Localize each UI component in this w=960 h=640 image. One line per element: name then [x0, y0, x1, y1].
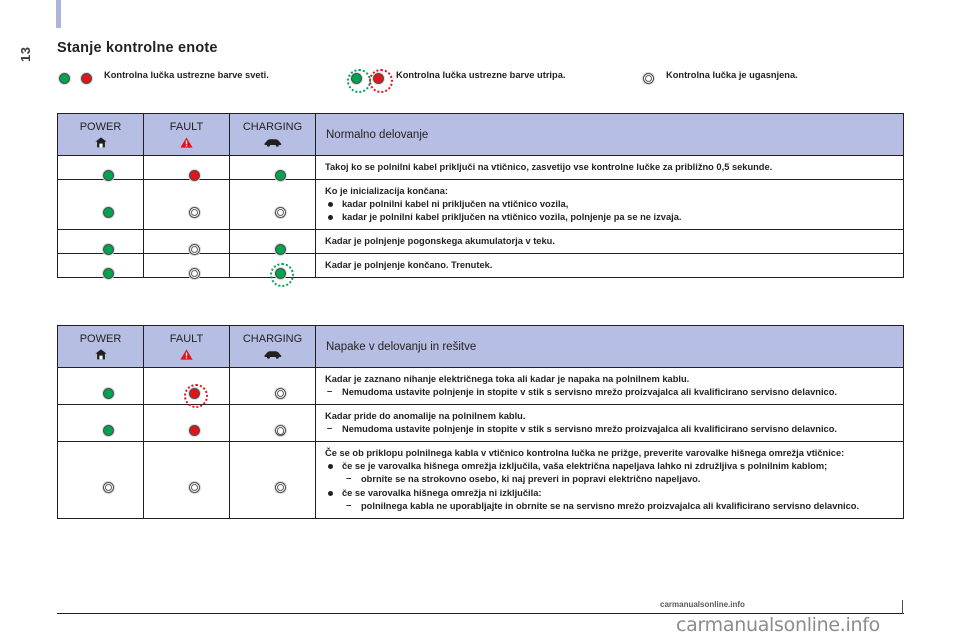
page-title: Stanje kontrolne enote — [57, 40, 218, 56]
header-charging: CHARGING — [229, 325, 316, 368]
header-fault: FAULT — [143, 113, 230, 156]
indicator-power — [57, 179, 144, 231]
list-item-text: če se je varovalka hišnega omrežja izklj… — [342, 461, 828, 472]
row-text: Kadar je polnjenje pogonskega akumulator… — [325, 236, 555, 247]
header-description: Normalno delovanje — [315, 113, 904, 156]
row-description: Ko je inicializacija končana: kadar poln… — [315, 179, 904, 231]
indicator-fault — [143, 366, 230, 406]
row-description: Kadar je zaznano nihanje električnega to… — [315, 366, 904, 406]
indicator-power — [57, 441, 144, 519]
row-bullet-list: kadar polnilni kabel ni priključen na vt… — [325, 198, 894, 223]
row-dash-list: Nemudoma ustavite polnjenje in stopite v… — [325, 422, 894, 435]
warning-triangle-icon — [144, 137, 229, 149]
indicator-fault — [143, 229, 230, 255]
row-description: Kadar je polnjenje končano. Trenutek. — [315, 253, 904, 279]
indicator-fault — [143, 253, 230, 279]
warning-triangle-icon — [144, 349, 229, 361]
table-normal-operation: POWER FAULT CHARGING Normalno delovanje — [57, 113, 904, 279]
footer-ghost-text: carmanualsonline.info — [660, 600, 745, 609]
indicator-charging — [229, 441, 316, 519]
legend-lamps-off — [641, 70, 656, 86]
table-row: Kadar je polnjenje pogonskega akumulator… — [57, 229, 904, 255]
table-row: Kadar pride do anomalije na polnilnem ka… — [57, 404, 904, 443]
indicator-charging — [229, 366, 316, 406]
table-header-row: POWER FAULT CHARGING Normalno delovanje — [57, 113, 904, 156]
row-text: Kadar je polnjenje končano. Trenutek. — [325, 260, 493, 271]
list-item-text: če se varovalka hišnega omrežja ni izklj… — [342, 487, 542, 498]
indicator-fault — [143, 154, 230, 181]
header-power: POWER — [57, 325, 144, 368]
table-row: Takoj ko se polnilni kabel priključi na … — [57, 154, 904, 181]
row-description: Če se ob priklopu polnilnega kabla v vti… — [315, 441, 904, 519]
list-item: polnilnega kabla ne uporabljajte in obrn… — [342, 499, 894, 512]
row-sub-list: obrnite se na strokovno osebo, ki naj pr… — [342, 472, 894, 485]
row-description: Takoj ko se polnilni kabel priključi na … — [315, 154, 904, 181]
list-item: Nemudoma ustavite polnjenje in stopite v… — [325, 385, 894, 398]
indicator-power — [57, 154, 144, 181]
row-sub-list: polnilnega kabla ne uporabljajte in obrn… — [342, 499, 894, 512]
lamp-off-icon — [641, 71, 656, 86]
list-item: Nemudoma ustavite polnjenje in stopite v… — [325, 422, 894, 435]
indicator-charging — [229, 229, 316, 255]
header-fault: FAULT — [143, 325, 230, 368]
row-text: Takoj ko se polnilni kabel priključi na … — [325, 162, 773, 172]
indicator-power — [57, 366, 144, 406]
indicator-charging — [229, 253, 316, 279]
indicator-power — [57, 404, 144, 443]
house-icon — [58, 349, 143, 361]
row-dash-list: Nemudoma ustavite polnjenje in stopite v… — [325, 385, 894, 398]
header-power: POWER — [57, 113, 144, 156]
indicator-fault — [143, 441, 230, 519]
legend-label-off: Kontrolna lučka je ugasnjena. — [666, 70, 798, 80]
legend-label-blinking: Kontrolna lučka ustrezne barve utripa. — [396, 70, 566, 80]
indicator-power — [57, 253, 144, 279]
row-bullet-list: če se je varovalka hišnega omrežja izklj… — [325, 460, 894, 511]
legend-item-off: Kontrolna lučka je ugasnjena. — [641, 70, 931, 86]
indicator-charging — [229, 179, 316, 231]
list-item: če se je varovalka hišnega omrežja izklj… — [325, 460, 894, 485]
legend-item-blinking: Kontrolna lučka ustrezne barve utripa. — [346, 68, 641, 93]
table-header-row: POWER FAULT CHARGING Napake v delovanju … — [57, 325, 904, 368]
manual-page: 13 Stanje kontrolne enote Kontrolna lučk… — [0, 0, 960, 640]
list-item: kadar je polnilni kabel priključen na vt… — [325, 211, 894, 223]
page-accent-bar — [56, 0, 61, 28]
list-item: kadar polnilni kabel ni priključen na vt… — [325, 198, 894, 210]
legend-item-steady: Kontrolna lučka ustrezne barve sveti. — [57, 70, 349, 86]
indicator-charging — [229, 154, 316, 181]
list-item: obrnite se na strokovno osebo, ki naj pr… — [342, 472, 894, 485]
house-icon — [58, 137, 143, 149]
row-text: Kadar pride do anomalije na polnilnem ka… — [325, 411, 526, 422]
row-description: Kadar je polnjenje pogonskega akumulator… — [315, 229, 904, 255]
red-lamp-on-icon — [79, 71, 94, 86]
watermark: carmanualsonline.info — [676, 614, 880, 636]
table-row: Ko je inicializacija končana: kadar poln… — [57, 179, 904, 231]
legend-label-steady: Kontrolna lučka ustrezne barve sveti. — [104, 70, 269, 80]
indicator-fault — [143, 179, 230, 231]
table-row: Kadar je polnjenje končano. Trenutek. — [57, 253, 904, 279]
legend: Kontrolna lučka ustrezne barve sveti. Ko… — [57, 68, 937, 93]
row-description: Kadar pride do anomalije na polnilnem ka… — [315, 404, 904, 443]
indicator-power — [57, 229, 144, 255]
green-lamp-blinking-icon — [346, 68, 371, 93]
car-icon — [230, 349, 315, 361]
indicator-charging — [229, 404, 316, 443]
row-text: Kadar je zaznano nihanje električnega to… — [325, 374, 690, 384]
row-text: Če se ob priklopu polnilnega kabla v vti… — [325, 448, 845, 459]
list-item: če se varovalka hišnega omrežja ni izklj… — [325, 487, 894, 512]
car-icon — [230, 137, 315, 149]
table-row: Kadar je zaznano nihanje električnega to… — [57, 366, 904, 406]
footer-tick-mark — [902, 600, 903, 614]
red-lamp-blinking-icon — [368, 68, 393, 93]
legend-lamps-steady — [57, 70, 94, 86]
table-row: Če se ob priklopu polnilnega kabla v vti… — [57, 441, 904, 519]
indicator-fault — [143, 404, 230, 443]
folio-number: 13 — [18, 46, 33, 62]
green-lamp-on-icon — [57, 71, 72, 86]
header-charging: CHARGING — [229, 113, 316, 156]
row-text: Ko je inicializacija končana: — [325, 186, 448, 197]
legend-lamps-blinking — [346, 68, 393, 93]
header-description: Napake v delovanju in rešitve — [315, 325, 904, 368]
table-faults-and-remedies: POWER FAULT CHARGING Napake v delovanju … — [57, 325, 904, 519]
